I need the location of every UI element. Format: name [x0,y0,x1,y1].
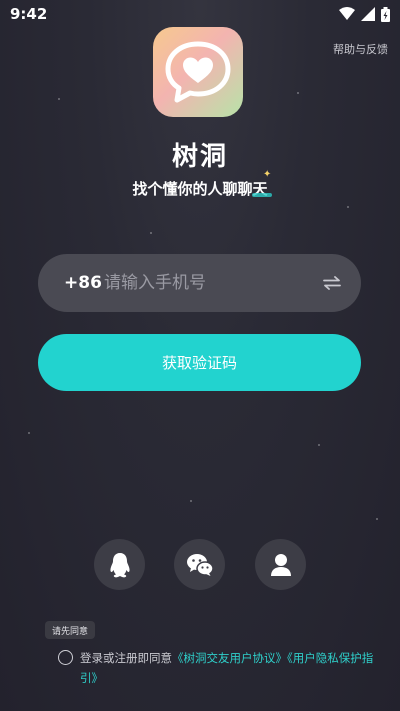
background-star [318,444,320,446]
person-icon [270,553,291,576]
battery-charging-icon [381,6,390,22]
background-star [28,432,30,434]
account-login-button[interactable] [255,539,306,590]
wechat-icon [186,553,214,576]
country-code[interactable]: +86 [64,273,104,293]
user-agreement-link[interactable]: 《树洞交友用户协议》 [172,651,287,665]
app-logo [153,27,243,117]
app-slogan: 找个懂你的人聊聊天 [132,180,268,198]
wechat-login-button[interactable] [174,539,225,590]
app-name: 树洞 [171,142,228,172]
background-star [376,518,378,520]
signal-icon [361,7,375,21]
slogan-swoosh-decoration [252,193,272,197]
background-star [297,92,299,94]
qq-login-button[interactable] [94,539,145,590]
wifi-icon [339,7,355,20]
status-bar: 9:42 [0,0,400,28]
agree-first-tooltip: 请先同意 [45,621,96,639]
phone-number-field: +86 [38,254,361,312]
status-icons [339,6,390,22]
heart-chat-bubble-icon [165,41,231,103]
phone-number-input[interactable] [104,273,323,293]
agreement-prefix: 登录或注册即同意 [80,651,172,665]
background-star [347,206,349,208]
background-star [58,98,60,100]
get-verification-code-button[interactable]: 获取验证码 [38,334,361,391]
help-feedback-link[interactable]: 帮助与反馈 [333,41,388,57]
background-star [190,500,192,502]
qq-icon [109,552,130,577]
swap-arrows-icon[interactable] [323,271,341,295]
sparkle-icon: ✦ [263,169,272,180]
agreement-text: 登录或注册即同意《树洞交友用户协议》《用户隐私保护指引》 [80,648,380,688]
background-star [150,232,152,234]
agreement-checkbox[interactable] [58,650,73,665]
status-time: 9:42 [10,5,48,23]
